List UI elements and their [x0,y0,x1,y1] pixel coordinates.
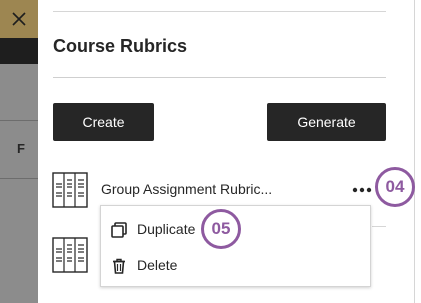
background-partial-text: F [17,141,25,156]
rubric-grid-icon [52,172,88,208]
close-icon [12,12,26,26]
background-divider [0,120,38,121]
duplicate-label: Duplicate [137,221,196,237]
panel-border [414,0,415,303]
row-divider [372,226,386,227]
rubric-grid-icon [52,237,88,273]
step-callout-05: 05 [201,209,241,249]
more-options-button[interactable] [350,178,374,202]
more-options-icon [352,187,372,193]
delete-menu-item[interactable]: Delete [101,249,370,283]
page-title: Course Rubrics [53,36,188,56]
duplicate-icon [111,222,127,238]
top-divider [53,11,386,12]
rubric-name-link[interactable]: Group Assignment Rubric... [101,181,272,197]
background-header-strip [0,38,38,64]
title-divider [53,77,386,78]
trash-icon [113,258,125,274]
delete-label: Delete [137,257,178,273]
step-callout-04: 04 [375,167,415,207]
create-button[interactable]: Create [53,103,154,141]
generate-button[interactable]: Generate [267,103,386,141]
close-panel-button[interactable] [0,0,38,38]
background-divider [0,178,38,179]
